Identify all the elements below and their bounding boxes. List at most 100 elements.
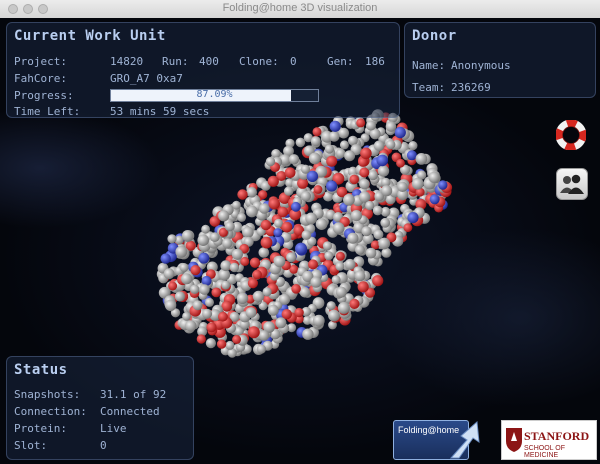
atom (428, 171, 440, 183)
atom (192, 300, 203, 311)
donor-panel: Donor Name: Anonymous Team: 236269 (404, 22, 596, 98)
atom (348, 135, 358, 146)
atom (190, 284, 200, 294)
atom (328, 309, 340, 322)
donor-name-value: Anonymous (451, 59, 511, 72)
atom (237, 212, 247, 222)
atom (359, 178, 370, 190)
atom (372, 275, 384, 287)
atom (329, 131, 340, 142)
fahcore-label: FahCore: (14, 72, 67, 85)
atom (224, 221, 235, 232)
atom (247, 278, 258, 289)
atom (357, 281, 369, 293)
atom (381, 247, 392, 258)
atom (246, 205, 258, 218)
atom (168, 281, 178, 291)
time-left-value: 53 mins 59 secs (110, 105, 210, 118)
atom (196, 334, 206, 344)
atom (408, 141, 418, 151)
atom (302, 328, 314, 340)
atom (181, 230, 194, 242)
project-value: 14820 (110, 55, 144, 68)
users-icon[interactable] (556, 168, 588, 200)
atom (284, 186, 294, 196)
atom (294, 307, 304, 318)
visualization-canvas[interactable]: Current Work Unit Project: 14820 Run: 40… (0, 18, 600, 464)
atom (343, 193, 355, 206)
atom (385, 121, 397, 132)
atom (295, 242, 307, 255)
folding-at-home-logo[interactable]: Folding@home (393, 418, 489, 462)
atom (349, 174, 360, 185)
atom (403, 223, 413, 233)
atom (281, 221, 293, 233)
atom (181, 273, 193, 285)
atom (262, 287, 272, 297)
run-label: Run: (162, 55, 189, 68)
atom (324, 251, 334, 261)
status-title: Status (14, 362, 68, 378)
protein-label: Protein: (14, 422, 67, 435)
atom (360, 147, 372, 160)
status-panel: Status Snapshots: 31.1 of 92 Connection:… (6, 356, 194, 460)
atom (354, 244, 365, 255)
atom (225, 340, 235, 350)
atom (397, 181, 408, 192)
atom (259, 203, 270, 214)
atom (394, 126, 406, 139)
atom (322, 241, 333, 251)
atom (305, 212, 318, 225)
atom (202, 308, 213, 319)
stanford-wordmark: STANFORD (524, 429, 590, 443)
donor-team-value: 236269 (451, 81, 491, 94)
run-value: 400 (199, 55, 219, 68)
time-left-label: Time Left: (14, 105, 81, 118)
atom (164, 299, 177, 312)
window-titlebar: Folding@home 3D visualization (0, 0, 600, 19)
atom (415, 153, 428, 165)
atom (312, 314, 325, 327)
atom (260, 236, 273, 249)
connection-label: Connection: (14, 405, 87, 418)
atom (265, 156, 276, 167)
atom (291, 284, 301, 294)
atom (249, 257, 261, 268)
donor-title: Donor (412, 28, 457, 44)
progress-label: Progress: (14, 89, 74, 102)
donor-team-label: Team: (412, 81, 446, 94)
atom (205, 338, 216, 349)
atom (315, 218, 328, 231)
atom (190, 265, 201, 276)
stanford-medicine-logo[interactable]: STANFORD SCHOOL OF MEDICINE (501, 420, 597, 460)
atom (361, 226, 372, 237)
atom (256, 344, 266, 354)
atom (356, 118, 366, 128)
atom (335, 286, 347, 298)
atom (231, 248, 243, 260)
gen-label: Gen: (327, 55, 354, 68)
atom (376, 154, 389, 167)
atom (227, 348, 237, 358)
atom (222, 238, 233, 249)
atom (438, 180, 448, 190)
connection-value: Connected (100, 405, 160, 418)
atom (209, 232, 220, 243)
atom (308, 152, 321, 165)
atom (288, 154, 300, 165)
atom (396, 158, 405, 168)
lifebuoy-icon[interactable] (555, 119, 587, 151)
atom (175, 245, 188, 258)
atom (277, 206, 289, 218)
atom (344, 258, 356, 270)
atom (252, 269, 262, 280)
slot-value: 0 (100, 439, 107, 452)
atom (406, 150, 417, 161)
snapshots-value: 31.1 of 92 (100, 388, 167, 401)
snapshots-label: Snapshots: (14, 388, 81, 401)
atom (174, 291, 185, 302)
atom (273, 228, 283, 238)
atom (211, 287, 222, 298)
atom (378, 237, 391, 250)
atom (347, 232, 359, 244)
